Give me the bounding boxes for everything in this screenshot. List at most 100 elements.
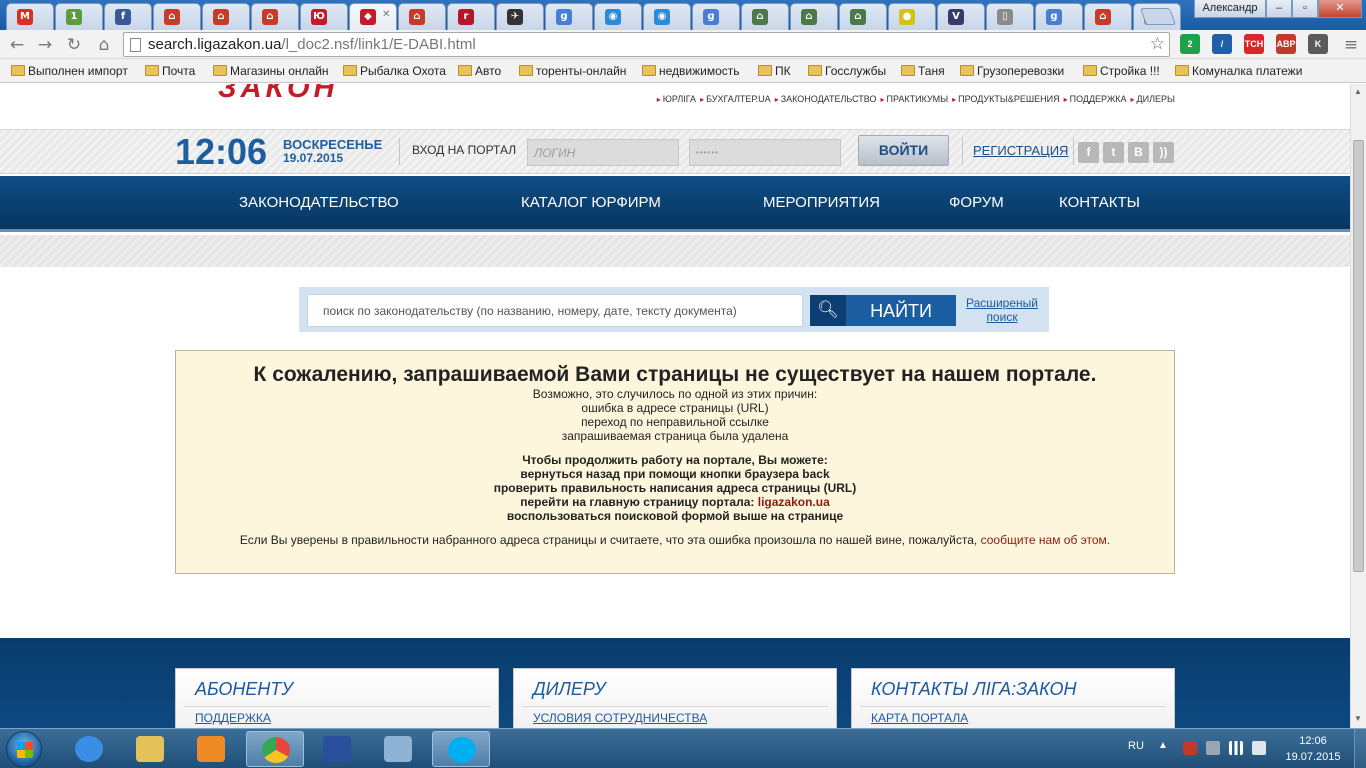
browser-tab[interactable]: M	[6, 3, 54, 30]
search-input[interactable]: поиск по законодательству (по названию, …	[307, 294, 803, 327]
browser-tab[interactable]: V	[937, 3, 985, 30]
browser-tab[interactable]: ▯	[986, 3, 1034, 30]
bookmark-folder[interactable]: Рыбалка Охота	[340, 62, 446, 80]
bookmark-folder[interactable]: Стройка !!!	[1080, 62, 1160, 80]
taskbar-app[interactable]	[369, 731, 427, 767]
taskbar-app[interactable]	[60, 731, 118, 767]
browser-tab[interactable]: ◉	[594, 3, 642, 30]
browser-tab[interactable]: ⌂	[741, 3, 789, 30]
password-field[interactable]: ••••••	[689, 139, 841, 166]
show-desktop-button[interactable]	[1354, 729, 1366, 768]
start-button[interactable]	[6, 731, 42, 767]
bookmark-star-icon[interactable]: ☆	[1150, 34, 1165, 54]
volume-icon[interactable]	[1252, 741, 1266, 755]
minimize-button[interactable]: ‒	[1266, 0, 1292, 18]
browser-tab[interactable]: ⌂	[251, 3, 299, 30]
top-link[interactable]: ДИЛЕРЫ	[1131, 94, 1175, 104]
bookmark-folder[interactable]: Авто	[455, 62, 501, 80]
browser-tab[interactable]: Ю	[300, 3, 348, 30]
browser-tab[interactable]: g	[1035, 3, 1083, 30]
flag-icon[interactable]	[1183, 741, 1197, 755]
browser-tab[interactable]: ⌂	[839, 3, 887, 30]
close-window-button[interactable]: ✕	[1318, 0, 1362, 18]
nav-item-events[interactable]: МЕРОПРИЯТИЯ	[763, 194, 880, 211]
taskbar-app[interactable]	[182, 731, 240, 767]
bookmark-folder[interactable]: торенты-онлайн	[516, 62, 626, 80]
footer-link-cooperation[interactable]: УСЛОВИЯ СОТРУДНИЧЕСТВА	[533, 711, 707, 725]
taskbar-app[interactable]	[121, 731, 179, 767]
browser-tab[interactable]: g	[545, 3, 593, 30]
bookmark-folder[interactable]: Таня	[898, 62, 945, 80]
home-icon[interactable]: ⌂	[93, 34, 115, 56]
bookmark-folder[interactable]: Почта	[142, 62, 195, 80]
top-link[interactable]: ПРАКТИКУМЫ	[881, 94, 949, 104]
report-link[interactable]: сообщите нам об этом.	[981, 533, 1111, 547]
show-hidden-icons-icon[interactable]: ▲	[1158, 740, 1168, 751]
browser-tab[interactable]: ⌂	[790, 3, 838, 30]
browser-tab[interactable]: ⌂	[398, 3, 446, 30]
top-link[interactable]: ЗАКОНОДАТЕЛЬСТВО	[775, 94, 877, 104]
browser-tab[interactable]: ⌂	[202, 3, 250, 30]
browser-tab[interactable]: ⌂	[153, 3, 201, 30]
bookmark-folder[interactable]: ПК	[755, 62, 791, 80]
twitter-icon[interactable]: t	[1103, 142, 1124, 163]
menu-icon[interactable]: ≡	[1340, 34, 1362, 56]
device-icon[interactable]	[1206, 741, 1220, 755]
abp-ext-icon[interactable]: ABP	[1276, 34, 1296, 54]
tsn-ext-icon[interactable]: TCH	[1244, 34, 1264, 54]
browser-tab[interactable]: r	[447, 3, 495, 30]
back-arrow-icon[interactable]: ←	[6, 34, 28, 56]
scroll-thumb[interactable]	[1353, 140, 1364, 572]
search-button[interactable]: 🔍︎ НАЙТИ	[810, 295, 956, 326]
pen-ext-icon[interactable]: /	[1212, 34, 1232, 54]
browser-tab[interactable]: f	[104, 3, 152, 30]
taskbar-app[interactable]	[246, 731, 304, 767]
browser-tab[interactable]: ◉	[643, 3, 691, 30]
bookmark-folder[interactable]: Грузоперевозки	[957, 62, 1064, 80]
profile-button[interactable]: Александр	[1194, 0, 1266, 18]
k-ext-icon[interactable]: K	[1308, 34, 1328, 54]
facebook-icon[interactable]: f	[1078, 142, 1099, 163]
home-link[interactable]: ligazakon.ua	[758, 495, 830, 509]
bookmark-folder[interactable]: Комуналка платежи	[1172, 62, 1302, 80]
login-field[interactable]: ЛОГИН	[527, 139, 679, 166]
scroll-down-icon[interactable]: ▼	[1354, 714, 1362, 723]
nav-item-contacts[interactable]: КОНТАКТЫ	[1059, 194, 1140, 211]
close-tab-icon[interactable]: ✕	[382, 9, 390, 20]
tray-date[interactable]: 19.07.2015	[1284, 751, 1342, 763]
browser-tab[interactable]: ✈	[496, 3, 544, 30]
advanced-search-link[interactable]: Расширеный поиск	[962, 296, 1042, 324]
maximize-button[interactable]: ▫	[1292, 0, 1318, 18]
url-text[interactable]: search.ligazakon.ua/l_doc2.nsf/link1/E-D…	[148, 36, 476, 53]
taskbar-app[interactable]	[308, 731, 366, 767]
bookmark-folder[interactable]: Выполнен импорт	[8, 62, 128, 80]
reload-icon[interactable]: ↻	[63, 34, 85, 56]
green-ext-icon[interactable]: 2	[1180, 34, 1200, 54]
browser-tab[interactable]: ◆ ✕	[349, 3, 397, 30]
footer-link-sitemap[interactable]: КАРТА ПОРТАЛА	[871, 711, 968, 725]
footer-link-support[interactable]: ПОДДЕРЖКА	[195, 711, 271, 725]
bookmark-folder[interactable]: недвижимость	[639, 62, 740, 80]
page-scrollbar[interactable]: ▲ ▼	[1350, 84, 1366, 728]
top-link[interactable]: ПРОДУКТЫ&РЕШЕНИЯ	[952, 94, 1059, 104]
nav-item-firm-catalog[interactable]: КАТАЛОГ ЮРФИРМ	[521, 194, 661, 211]
forward-arrow-icon[interactable]: →	[34, 34, 56, 56]
browser-tab[interactable]: 1	[55, 3, 103, 30]
network-icon[interactable]	[1229, 741, 1243, 755]
nav-item-forum[interactable]: ФОРУМ	[949, 194, 1004, 211]
login-button[interactable]: ВОЙТИ	[858, 135, 949, 166]
browser-tab[interactable]: ⌂	[1084, 3, 1132, 30]
browser-tab[interactable]: ●	[888, 3, 936, 30]
vk-icon[interactable]: B	[1128, 142, 1149, 163]
language-indicator[interactable]: RU	[1128, 740, 1144, 752]
site-logo[interactable]: ЗАКОН	[218, 84, 339, 105]
top-link[interactable]: ПОДДЕРЖКА	[1064, 94, 1127, 104]
bookmark-folder[interactable]: Госслужбы	[805, 62, 886, 80]
browser-tab[interactable]: g	[692, 3, 740, 30]
address-bar[interactable]: search.ligazakon.ua/l_doc2.nsf/link1/E-D…	[123, 32, 1170, 57]
tray-time[interactable]: 12:06	[1284, 735, 1342, 747]
rss-icon[interactable]: ))	[1153, 142, 1174, 163]
new-tab-button[interactable]	[1139, 8, 1177, 25]
taskbar-app[interactable]	[432, 731, 490, 767]
top-link[interactable]: ЮРЛІГА	[657, 94, 696, 104]
